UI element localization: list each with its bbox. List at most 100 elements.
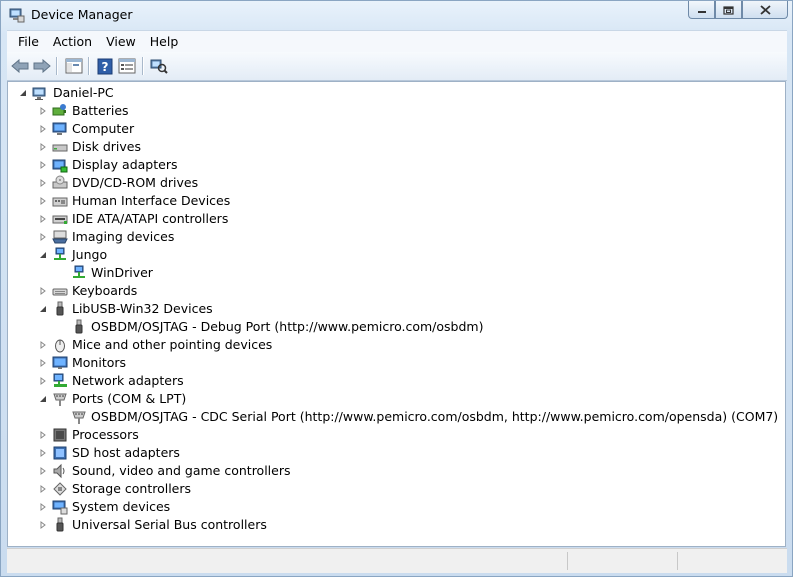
monitor-icon (52, 355, 68, 371)
tree-item[interactable]: Human Interface Devices (72, 192, 230, 210)
collapse-arrow-icon[interactable] (19, 89, 27, 97)
storage-icon (52, 481, 68, 497)
network-icon (52, 247, 68, 263)
toolbar-separator (142, 57, 144, 75)
usb-icon (71, 319, 87, 335)
expand-arrow-icon[interactable] (39, 125, 47, 133)
expand-arrow-icon[interactable] (39, 485, 47, 493)
restore-icon (723, 5, 734, 15)
status-pane (677, 552, 678, 570)
sd-host-icon (52, 445, 68, 461)
console-tree-icon (65, 58, 83, 74)
restore-button[interactable] (715, 1, 742, 19)
menu-file[interactable]: File (7, 31, 46, 52)
status-bar (7, 548, 787, 573)
system-icon (52, 499, 68, 515)
tree-item[interactable]: LibUSB-Win32 Devices (72, 300, 213, 318)
display-adapter-icon (52, 157, 68, 173)
expand-arrow-icon[interactable] (39, 161, 47, 169)
port-icon (71, 409, 87, 425)
computer-icon (52, 121, 68, 137)
tree-item[interactable]: Processors (72, 426, 139, 444)
tree-item[interactable]: System devices (72, 498, 170, 516)
tree-child-item[interactable]: OSBDM/OSJTAG - Debug Port (http://www.pe… (91, 318, 483, 336)
tree-item[interactable]: Keyboards (72, 282, 137, 300)
disk-drive-icon (52, 139, 68, 155)
scan-hardware-icon (150, 59, 168, 74)
tree-item[interactable]: Ports (COM & LPT) (72, 390, 186, 408)
tree-item[interactable]: Display adapters (72, 156, 177, 174)
network-adapter-icon (52, 373, 68, 389)
tree-item[interactable]: Disk drives (72, 138, 141, 156)
expand-arrow-icon[interactable] (39, 107, 47, 115)
properties-button[interactable] (118, 57, 136, 75)
expand-arrow-icon[interactable] (39, 359, 47, 367)
tree-item[interactable]: Mice and other pointing devices (72, 336, 272, 354)
expand-arrow-icon[interactable] (39, 449, 47, 457)
tree-root-label[interactable]: Daniel-PC (53, 84, 114, 102)
tree-item[interactable]: IDE ATA/ATAPI controllers (72, 210, 228, 228)
status-pane (567, 552, 568, 570)
tree-item[interactable]: Sound, video and game controllers (72, 462, 291, 480)
console-tree-button[interactable] (65, 57, 83, 75)
tree-item[interactable]: Batteries (72, 102, 129, 120)
menu-help[interactable]: Help (143, 31, 186, 52)
expand-arrow-icon[interactable] (39, 197, 47, 205)
expand-arrow-icon[interactable] (39, 215, 47, 223)
menu-bar: File Action View Help (7, 30, 787, 52)
help-button[interactable]: ? (96, 57, 114, 75)
tree-item[interactable]: Jungo (72, 246, 107, 264)
tree-child-item[interactable]: OSBDM/OSJTAG - CDC Serial Port (http://w… (91, 408, 778, 426)
tree-item[interactable]: SD host adapters (72, 444, 180, 462)
device-manager-window: Device Manager File Action View Help ? D… (0, 0, 793, 577)
expand-arrow-icon[interactable] (39, 467, 47, 475)
menu-action[interactable]: Action (46, 31, 99, 52)
tree-item[interactable]: Computer (72, 120, 134, 138)
forward-button[interactable] (33, 57, 51, 75)
tree-item[interactable]: Storage controllers (72, 480, 191, 498)
tree-item[interactable]: Universal Serial Bus controllers (72, 516, 267, 534)
ide-controller-icon (52, 211, 68, 227)
toolbar-separator (88, 57, 90, 75)
minimize-icon (697, 10, 706, 13)
back-button[interactable] (11, 57, 29, 75)
collapse-arrow-icon[interactable] (39, 251, 47, 259)
usb-icon (52, 517, 68, 533)
tree-item[interactable]: Network adapters (72, 372, 184, 390)
close-button[interactable] (742, 1, 788, 19)
computer-root-icon (32, 85, 48, 101)
window-title: Device Manager (31, 7, 133, 22)
sound-icon (52, 463, 68, 479)
toolbar: ? (7, 52, 787, 81)
tree-item[interactable]: DVD/CD-ROM drives (72, 174, 198, 192)
expand-arrow-icon[interactable] (39, 521, 47, 529)
expand-arrow-icon[interactable] (39, 143, 47, 151)
tree-item[interactable]: Monitors (72, 354, 126, 372)
expand-arrow-icon[interactable] (39, 377, 47, 385)
dvd-drive-icon (52, 175, 68, 191)
imaging-icon (52, 229, 68, 245)
back-icon (11, 59, 29, 73)
battery-icon (52, 103, 68, 119)
minimize-button[interactable] (688, 1, 715, 19)
menu-view[interactable]: View (99, 31, 143, 52)
toolbar-separator (56, 57, 58, 75)
expand-arrow-icon[interactable] (39, 431, 47, 439)
forward-icon (33, 59, 51, 73)
expand-arrow-icon[interactable] (39, 503, 47, 511)
expand-arrow-icon[interactable] (39, 341, 47, 349)
usb-icon (52, 301, 68, 317)
tree-item[interactable]: Imaging devices (72, 228, 174, 246)
properties-icon (118, 58, 136, 74)
caption-buttons (688, 1, 788, 21)
title-bar[interactable]: Device Manager (1, 1, 793, 29)
collapse-arrow-icon[interactable] (39, 305, 47, 313)
expand-arrow-icon[interactable] (39, 233, 47, 241)
expand-arrow-icon[interactable] (39, 179, 47, 187)
collapse-arrow-icon[interactable] (39, 395, 47, 403)
scan-hardware-button[interactable] (150, 57, 168, 75)
device-tree[interactable]: Daniel-PC Batteries Computer Disk drives Dis… (7, 81, 786, 547)
tree-child-item[interactable]: WinDriver (91, 264, 153, 282)
help-icon: ? (97, 58, 113, 74)
expand-arrow-icon[interactable] (39, 287, 47, 295)
